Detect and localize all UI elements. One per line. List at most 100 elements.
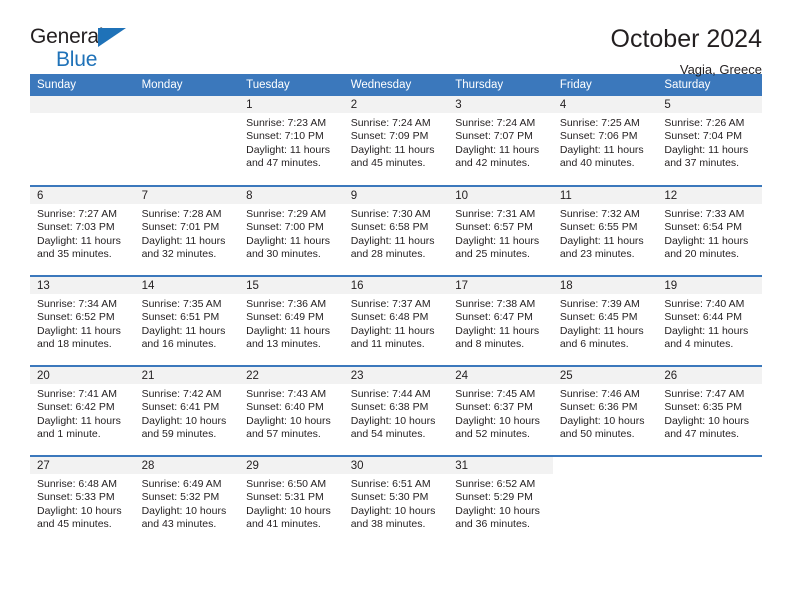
sunrise-text: Sunrise: 7:29 AM	[246, 208, 327, 220]
day-sun-info: Sunrise: 7:36 AM Sunset: 6:49 PM Daylight:…	[239, 294, 344, 352]
calendar-grid: Sunday Monday Tuesday Wednesday Thursday Frid…	[30, 74, 762, 546]
calendar-day-cell[interactable]: 11 Sunrise: 7:32 AM Sunset: 6:55 PM Dayligh…	[552, 185, 658, 276]
calendar-day-cell[interactable]: 21 Sunrise: 7:42 AM Sunset: 6:41 PM Dayligh…	[134, 365, 240, 456]
day-number: 3	[448, 96, 553, 113]
calendar-day-cell[interactable]: 2 Sunrise: 7:24 AM Sunset: 7:09 PM Daylight…	[343, 96, 449, 186]
day-sun-info: Sunrise: 7:44 AM Sunset: 6:38 PM Daylight:…	[344, 384, 449, 442]
calendar-day-cell[interactable]: 27 Sunrise: 6:48 AM Sunset: 5:33 PM Dayligh…	[30, 455, 135, 546]
day-number: 20	[30, 367, 135, 384]
day-sun-info: Sunrise: 6:49 AM Sunset: 5:32 PM Daylight:…	[135, 474, 240, 532]
day-sun-info: Sunrise: 6:52 AM Sunset: 5:29 PM Daylight:…	[448, 474, 553, 532]
day-number: 7	[134, 187, 240, 204]
day-sun-info: Sunrise: 7:31 AM Sunset: 6:57 PM Daylight:…	[448, 204, 553, 262]
sunrise-text: Sunrise: 7:33 AM	[664, 208, 745, 220]
sunset-text: Sunset: 6:42 PM	[37, 401, 115, 414]
sunrise-text: Sunrise: 7:23 AM	[246, 117, 327, 129]
calendar-day-cell[interactable]: 30 Sunrise: 6:51 AM Sunset: 5:30 PM Dayligh…	[343, 455, 449, 546]
day-number: 21	[134, 367, 240, 384]
daylight-text: Daylight: 11 hours and 40 minutes.	[559, 143, 644, 170]
calendar-day-cell[interactable]	[30, 96, 135, 186]
calendar-day-cell[interactable]: 16 Sunrise: 7:37 AM Sunset: 6:48 PM Dayligh…	[343, 275, 449, 366]
calendar-day-cell[interactable]	[657, 455, 762, 546]
sunrise-text: Sunrise: 7:24 AM	[350, 117, 431, 129]
weekday-header-wednesday: Wednesday	[343, 74, 449, 96]
sunset-text: Sunset: 5:33 PM	[37, 491, 115, 504]
sunset-text: Sunset: 6:51 PM	[141, 311, 220, 324]
day-number: 27	[30, 457, 135, 474]
calendar-day-cell[interactable]: 10 Sunrise: 7:31 AM Sunset: 6:57 PM Dayligh…	[448, 185, 553, 276]
sunset-text: Sunset: 7:10 PM	[246, 130, 324, 143]
daylight-text: Daylight: 11 hours and 25 minutes.	[455, 234, 540, 261]
calendar-day-cell[interactable]: 24 Sunrise: 7:45 AM Sunset: 6:37 PM Dayligh…	[448, 365, 553, 456]
calendar-day-cell[interactable]	[134, 96, 240, 186]
calendar-day-cell[interactable]: 1 Sunrise: 7:23 AM Sunset: 7:10 PM Daylight…	[239, 96, 344, 186]
sunrise-text: Sunrise: 7:35 AM	[141, 298, 222, 310]
day-sun-info: Sunrise: 7:38 AM Sunset: 6:47 PM Daylight:…	[448, 294, 553, 352]
calendar-day-cell[interactable]: 15 Sunrise: 7:36 AM Sunset: 6:49 PM Dayligh…	[239, 275, 344, 366]
day-number: 2	[343, 96, 449, 113]
day-number: 15	[239, 277, 344, 294]
sunset-text: Sunset: 7:07 PM	[455, 130, 533, 143]
calendar-day-cell[interactable]: 12 Sunrise: 7:33 AM Sunset: 6:54 PM Dayligh…	[657, 185, 762, 276]
calendar-day-cell[interactable]: 22 Sunrise: 7:43 AM Sunset: 6:40 PM Dayligh…	[239, 365, 344, 456]
day-sun-info: Sunrise: 6:51 AM Sunset: 5:30 PM Daylight:…	[344, 474, 449, 532]
day-sun-info: Sunrise: 7:43 AM Sunset: 6:40 PM Daylight:…	[239, 384, 344, 442]
day-sun-info: Sunrise: 6:50 AM Sunset: 5:31 PM Daylight:…	[239, 474, 344, 532]
day-sun-info: Sunrise: 7:23 AM Sunset: 7:10 PM Daylight:…	[239, 113, 344, 171]
day-number: 23	[343, 367, 449, 384]
day-number: 5	[657, 96, 762, 113]
calendar-day-cell[interactable]: 31 Sunrise: 6:52 AM Sunset: 5:29 PM Dayligh…	[448, 455, 553, 546]
calendar-day-cell[interactable]: 4 Sunrise: 7:25 AM Sunset: 7:06 PM Daylight…	[552, 96, 658, 186]
day-number: 1	[239, 96, 344, 113]
calendar-day-cell[interactable]: 17 Sunrise: 7:38 AM Sunset: 6:47 PM Dayligh…	[448, 275, 553, 366]
day-number: 24	[448, 367, 553, 384]
day-number: 17	[448, 277, 553, 294]
title-block: October 2024 Vagia, Greece	[611, 25, 763, 77]
daylight-text: Daylight: 11 hours and 37 minutes.	[664, 143, 749, 170]
daylight-text: Daylight: 10 hours and 50 minutes.	[559, 414, 645, 441]
calendar-page: General Blue October 2024 Vagia, Greece …	[0, 0, 792, 612]
day-number: 16	[343, 277, 449, 294]
calendar-day-cell[interactable]: 29 Sunrise: 6:50 AM Sunset: 5:31 PM Dayligh…	[239, 455, 344, 546]
calendar-body: 1 Sunrise: 7:23 AM Sunset: 7:10 PM Daylight…	[30, 96, 762, 546]
day-number: 8	[239, 187, 344, 204]
day-sun-info: Sunrise: 7:35 AM Sunset: 6:51 PM Daylight:…	[135, 294, 240, 352]
day-sun-info: Sunrise: 7:42 AM Sunset: 6:41 PM Daylight:…	[135, 384, 240, 442]
calendar-day-cell[interactable]: 6 Sunrise: 7:27 AM Sunset: 7:03 PM Daylight…	[30, 185, 135, 276]
sunrise-text: Sunrise: 7:28 AM	[141, 208, 222, 220]
day-sun-info: Sunrise: 7:46 AM Sunset: 6:36 PM Daylight:…	[553, 384, 658, 442]
daylight-text: Daylight: 11 hours and 1 minute.	[37, 414, 121, 441]
calendar-day-cell[interactable]	[552, 455, 658, 546]
calendar-day-cell[interactable]: 25 Sunrise: 7:46 AM Sunset: 6:36 PM Dayligh…	[552, 365, 658, 456]
calendar-day-cell[interactable]: 3 Sunrise: 7:24 AM Sunset: 7:07 PM Daylight…	[448, 96, 553, 186]
calendar-day-cell[interactable]: 13 Sunrise: 7:34 AM Sunset: 6:52 PM Dayligh…	[30, 275, 135, 366]
logo-text-general: General	[30, 25, 104, 48]
daylight-text: Daylight: 10 hours and 43 minutes.	[141, 504, 227, 531]
calendar-day-cell[interactable]: 19 Sunrise: 7:40 AM Sunset: 6:44 PM Dayligh…	[657, 275, 762, 366]
logo-text-blue: Blue	[56, 48, 98, 71]
calendar-day-cell[interactable]: 7 Sunrise: 7:28 AM Sunset: 7:01 PM Daylight…	[134, 185, 240, 276]
general-blue-logo: General Blue	[30, 26, 150, 72]
day-sun-info: Sunrise: 7:34 AM Sunset: 6:52 PM Daylight:…	[30, 294, 135, 352]
sunrise-text: Sunrise: 7:34 AM	[37, 298, 117, 310]
calendar-day-cell[interactable]: 20 Sunrise: 7:41 AM Sunset: 6:42 PM Dayligh…	[30, 365, 135, 456]
sunset-text: Sunset: 6:45 PM	[559, 311, 638, 324]
calendar-day-cell[interactable]: 9 Sunrise: 7:30 AM Sunset: 6:58 PM Daylight…	[343, 185, 449, 276]
location-subtitle: Vagia, Greece	[679, 61, 762, 77]
day-sun-info: Sunrise: 7:29 AM Sunset: 7:00 PM Daylight:…	[239, 204, 344, 262]
calendar-day-cell[interactable]: 8 Sunrise: 7:29 AM Sunset: 7:00 PM Daylight…	[239, 185, 344, 276]
calendar-day-cell[interactable]: 28 Sunrise: 6:49 AM Sunset: 5:32 PM Dayligh…	[134, 455, 240, 546]
sunrise-text: Sunrise: 6:50 AM	[246, 478, 327, 490]
calendar-day-cell[interactable]: 5 Sunrise: 7:26 AM Sunset: 7:04 PM Daylight…	[657, 96, 762, 186]
calendar-week-row: 27 Sunrise: 6:48 AM Sunset: 5:33 PM Dayligh…	[30, 455, 762, 546]
sunset-text: Sunset: 5:30 PM	[350, 491, 429, 504]
daylight-text: Daylight: 11 hours and 45 minutes.	[350, 143, 435, 170]
calendar-day-cell[interactable]: 23 Sunrise: 7:44 AM Sunset: 6:38 PM Dayligh…	[343, 365, 449, 456]
sunset-text: Sunset: 6:49 PM	[246, 311, 324, 324]
sunset-text: Sunset: 5:32 PM	[141, 491, 220, 504]
calendar-day-cell[interactable]: 18 Sunrise: 7:39 AM Sunset: 6:45 PM Dayligh…	[552, 275, 658, 366]
daylight-text: Daylight: 11 hours and 30 minutes.	[246, 234, 330, 261]
calendar-day-cell[interactable]: 14 Sunrise: 7:35 AM Sunset: 6:51 PM Dayligh…	[134, 275, 240, 366]
calendar-day-cell[interactable]: 26 Sunrise: 7:47 AM Sunset: 6:35 PM Dayligh…	[657, 365, 762, 456]
day-number: 12	[657, 187, 762, 204]
